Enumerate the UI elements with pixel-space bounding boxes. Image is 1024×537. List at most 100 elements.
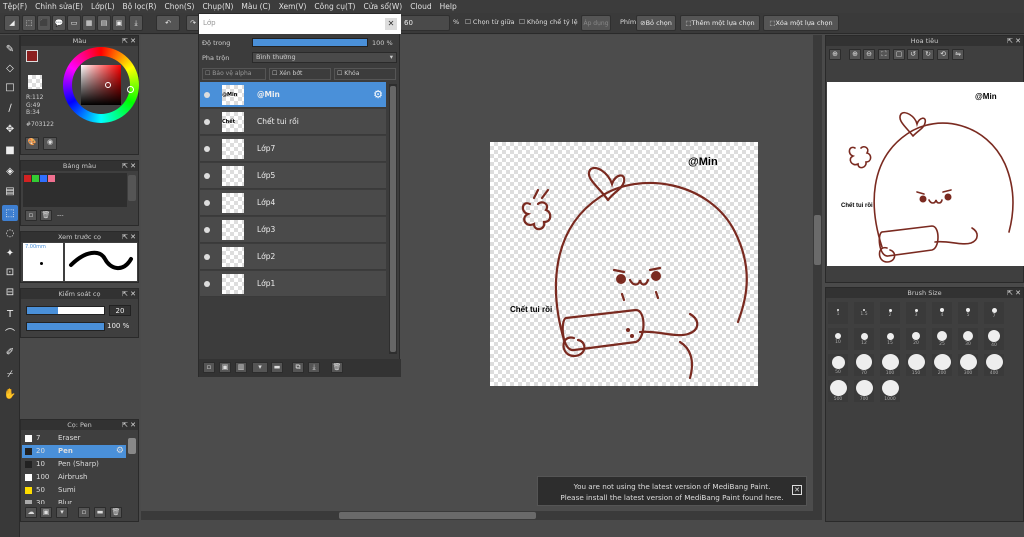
- brush-size-option[interactable]: 1: [828, 302, 848, 324]
- brush-delete-icon[interactable]: 🗑: [110, 507, 122, 518]
- fill-rect-tool-icon[interactable]: ■: [2, 142, 18, 158]
- text-tool-icon[interactable]: T: [2, 306, 18, 322]
- layer-visibility-icon[interactable]: [204, 200, 210, 206]
- transparent-color-swatch[interactable]: [28, 75, 42, 89]
- hand-tool-icon[interactable]: ✋: [2, 386, 18, 402]
- brush-size-option[interactable]: 1000: [880, 380, 900, 402]
- notification-close-icon[interactable]: ✕: [792, 485, 802, 495]
- palette-new-icon[interactable]: ▫: [25, 210, 37, 221]
- layer-settings-gear-icon[interactable]: ⚙: [373, 88, 383, 101]
- layer-folder-icon[interactable]: ▬: [271, 362, 283, 373]
- eyedropper-tool-icon[interactable]: ⌿: [2, 366, 18, 382]
- dot-tool-icon[interactable]: □: [2, 79, 18, 95]
- palette-swatch[interactable]: [48, 175, 55, 182]
- add-layer-menu-icon[interactable]: ▾: [252, 362, 268, 373]
- reset-rotation-icon[interactable]: ⟲: [937, 49, 949, 60]
- palette-swatch[interactable]: [24, 175, 31, 182]
- layer-row[interactable]: Lớp4: [200, 190, 386, 216]
- layer-row[interactable]: Lớp1: [200, 271, 386, 297]
- brush-item[interactable]: 50 Sumi: [22, 484, 126, 497]
- brush-size-close-icon[interactable]: ⇱ ✕: [1007, 288, 1021, 298]
- select-all-icon[interactable]: ⬚: [22, 15, 36, 31]
- clipping-checkbox[interactable]: ☐ Xén bớt: [269, 68, 331, 80]
- comment-icon[interactable]: ▭: [67, 15, 81, 31]
- lock-checkbox[interactable]: ☐ Khóa: [334, 68, 396, 80]
- navigator-preview[interactable]: @Min Chết tui rồi: [827, 82, 1024, 266]
- bucket-tool-icon[interactable]: ◈: [2, 163, 18, 179]
- undo-icon[interactable]: ↶: [156, 15, 180, 31]
- rotate-right-icon[interactable]: ↻: [922, 49, 934, 60]
- menu-item[interactable]: Màu (C): [241, 2, 270, 11]
- vertical-scrollbar[interactable]: [813, 35, 822, 513]
- primary-color-swatch[interactable]: [26, 50, 38, 62]
- brush-item[interactable]: 10 Pen (Sharp): [22, 458, 126, 471]
- new-halftone-layer-icon[interactable]: ▣: [219, 362, 231, 373]
- panel-tool-icon[interactable]: ✐: [2, 344, 18, 360]
- remove-selection-button[interactable]: ⬚ Xóa một lựa chọn: [763, 15, 839, 31]
- layer-row[interactable]: Chết tui rồi Chết tui rồi: [200, 109, 386, 135]
- add-selection-button[interactable]: ⬚ Thêm một lựa chọn: [680, 15, 760, 31]
- brush-tool-icon[interactable]: ✎: [2, 41, 18, 57]
- layer-panel-close-icon[interactable]: ✕: [385, 18, 397, 30]
- brush-list-scrollbar[interactable]: [128, 438, 136, 454]
- selection-shape-icon[interactable]: ◢: [4, 15, 20, 31]
- protect-alpha-checkbox[interactable]: ☐ Bảo vệ alpha: [202, 68, 266, 80]
- apply-button[interactable]: Áp dụng: [581, 15, 611, 31]
- brush-size-option[interactable]: 400: [984, 354, 1004, 376]
- merge-layer-icon[interactable]: ⤓: [308, 362, 320, 373]
- brush-size-option[interactable]: 1.5: [854, 302, 874, 324]
- palette-swatch[interactable]: [40, 175, 47, 182]
- brush-size-option[interactable]: 500: [828, 380, 848, 402]
- brush-item[interactable]: 20 Pen ⚙: [22, 445, 126, 458]
- menu-item[interactable]: Chọn(S): [164, 2, 194, 11]
- layer-visibility-icon[interactable]: [204, 92, 210, 98]
- magic-wand-tool-icon[interactable]: ✦: [2, 245, 18, 261]
- menu-item[interactable]: Công cụ(T): [314, 2, 355, 11]
- brush-settings-gear-icon[interactable]: ⚙: [116, 445, 124, 458]
- delete-layer-icon[interactable]: 🗑: [331, 362, 343, 373]
- brush-item[interactable]: 7 Eraser: [22, 432, 126, 445]
- move-tool-icon[interactable]: ✥: [2, 121, 18, 137]
- new-layer-icon[interactable]: ▫: [203, 362, 215, 373]
- layer-scrollbar[interactable]: [389, 84, 397, 354]
- menu-item[interactable]: Cửa sổ(W): [363, 2, 402, 11]
- drawing-canvas[interactable]: @Min Chết tui rồi: [490, 142, 758, 386]
- menu-item[interactable]: Help: [440, 2, 457, 11]
- hue-marker[interactable]: [127, 86, 134, 93]
- canvas-text-min[interactable]: @Min: [688, 156, 718, 168]
- brush-size-option[interactable]: 10: [828, 328, 848, 350]
- update-notification[interactable]: You are not using the latest version of …: [537, 476, 807, 506]
- palette-delete-icon[interactable]: 🗑: [40, 210, 52, 221]
- brush-size-slider[interactable]: [26, 306, 105, 315]
- divide-tool-icon[interactable]: ⌒: [2, 324, 18, 340]
- center-select-checkbox[interactable]: ☐ Chọn từ giữa: [465, 18, 515, 26]
- menu-item[interactable]: Chụp(N): [202, 2, 233, 11]
- new-8bit-layer-icon[interactable]: ▥: [235, 362, 247, 373]
- brush-add-menu-icon[interactable]: ▾: [56, 507, 68, 518]
- duplicate-layer-icon[interactable]: ⧉: [292, 362, 304, 373]
- brush-folder-icon[interactable]: ▬: [94, 507, 106, 518]
- layer-opacity-slider[interactable]: [252, 38, 368, 47]
- layer-row[interactable]: Lớp7: [200, 136, 386, 162]
- brush-copy-icon[interactable]: ▫: [78, 507, 90, 518]
- navigator-close-icon[interactable]: ⇱ ✕: [1007, 36, 1021, 46]
- brush-size-option[interactable]: 150: [906, 354, 926, 376]
- download-icon[interactable]: ⤓: [129, 15, 143, 31]
- brush-size-option[interactable]: 4: [932, 302, 952, 324]
- menu-item[interactable]: Tệp(F): [3, 2, 27, 11]
- layer-row[interactable]: Lớp5: [200, 163, 386, 189]
- layer-row[interactable]: Lớp2: [200, 244, 386, 270]
- layer-visibility-icon[interactable]: [204, 227, 210, 233]
- brush-size-option[interactable]: 7: [984, 302, 1004, 324]
- horizontal-scrollbar[interactable]: [141, 511, 822, 520]
- speech-bubble-icon[interactable]: 💬: [52, 15, 66, 31]
- layer-visibility-icon[interactable]: [204, 281, 210, 287]
- brush-size-option[interactable]: 30: [958, 328, 978, 350]
- menu-item[interactable]: Cloud: [410, 2, 431, 11]
- layer-visibility-icon[interactable]: [204, 146, 210, 152]
- brush-size-option[interactable]: 25: [932, 328, 952, 350]
- fit-icon[interactable]: ⛶: [878, 49, 890, 60]
- brush-control-close-icon[interactable]: ⇱ ✕: [122, 289, 136, 299]
- brush-size-option[interactable]: 2: [880, 302, 900, 324]
- flip-icon[interactable]: ⇋: [952, 49, 964, 60]
